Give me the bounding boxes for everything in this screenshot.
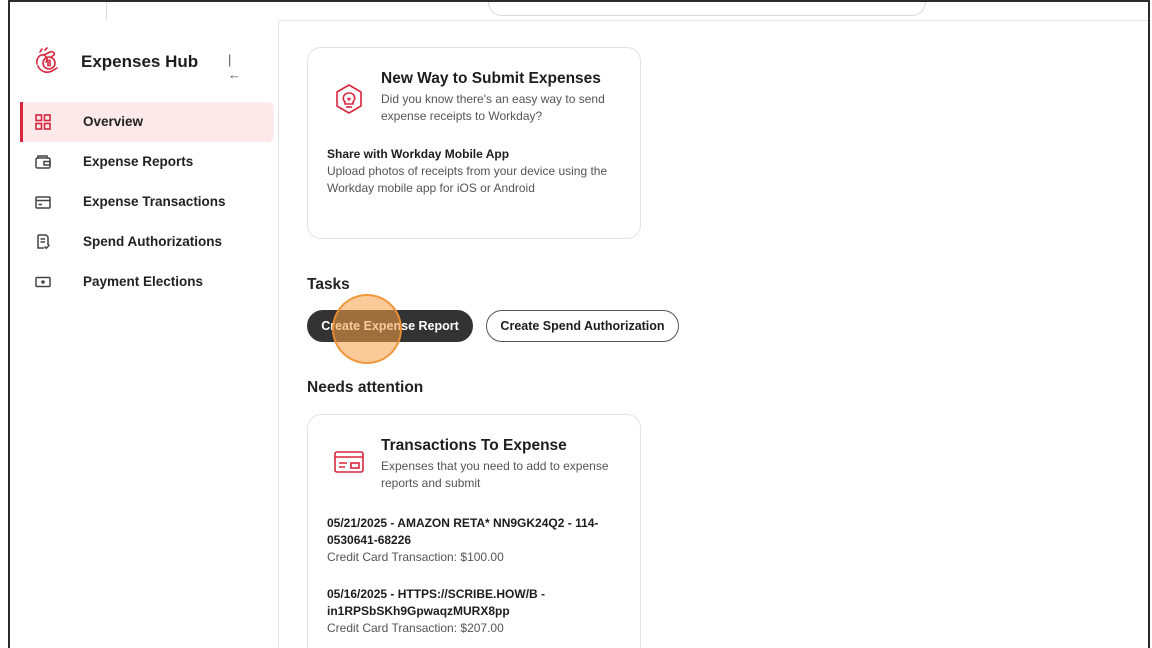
document-check-icon [37, 234, 51, 250]
create-spend-authorization-button[interactable]: Create Spend Authorization [486, 310, 679, 342]
promo-card-subtitle: Share with Workday Mobile App [327, 147, 510, 161]
promo-card: New Way to Submit Expenses Did you know … [307, 47, 641, 239]
create-expense-report-button[interactable]: Create Expense Report [307, 310, 473, 342]
card-transaction-icon [35, 196, 51, 209]
transaction-detail: Credit Card Transaction: $100.00 [327, 550, 504, 564]
sidebar-item-label: Expense Reports [83, 154, 194, 169]
wallet-report-icon [35, 155, 51, 169]
promo-card-subtext: Upload photos of receipts from your devi… [327, 164, 608, 195]
promo-card-title: New Way to Submit Expenses [381, 70, 601, 87]
promo-card-description: Did you know there's an easy way to send… [381, 92, 605, 123]
sidebar-item-payment-elections[interactable]: Payment Elections [20, 262, 274, 302]
sidebar-item-label: Payment Elections [83, 274, 204, 289]
transaction-detail: Credit Card Transaction: $207.00 [327, 621, 504, 635]
app-title: Expenses Hub [81, 52, 199, 71]
dashboard-grid-icon [35, 114, 51, 130]
transactions-card-title: Transactions To Expense [381, 437, 567, 454]
top-bar-divider [106, 2, 107, 20]
credit-card-icon [334, 451, 364, 473]
lightbulb-icon [336, 84, 362, 114]
app-window: Expenses Hub |← Overview Expense Reports [8, 0, 1150, 648]
sidebar-item-label: Expense Transactions [83, 194, 226, 209]
expenses-hub-logo-icon [36, 47, 58, 73]
collapse-left-icon[interactable]: |← [228, 52, 244, 82]
sidebar-item-label: Overview [83, 114, 144, 129]
transaction-title[interactable]: 05/21/2025 - AMAZON RETA* NN9GK24Q2 - 11… [327, 515, 627, 549]
search-bar[interactable] [488, 2, 926, 16]
cash-icon [35, 276, 51, 288]
sidebar-header: Expenses Hub |← [32, 46, 272, 82]
tasks-heading: Tasks [307, 276, 350, 293]
sidebar: Expenses Hub |← Overview Expense Reports [10, 20, 279, 648]
top-bar [10, 2, 1148, 21]
sidebar-item-label: Spend Authorizations [83, 234, 222, 249]
sidebar-item-overview[interactable]: Overview [20, 102, 274, 142]
transactions-card-description: Expenses that you need to add to expense… [381, 459, 609, 490]
needs-attention-heading: Needs attention [307, 379, 424, 396]
sidebar-item-expense-reports[interactable]: Expense Reports [20, 142, 274, 182]
transaction-title[interactable]: 05/16/2025 - HTTPS://SCRIBE.HOW/B - in1R… [327, 586, 627, 620]
sidebar-item-spend-authorizations[interactable]: Spend Authorizations [20, 222, 274, 262]
transactions-card: Transactions To Expense Expenses that yo… [307, 414, 641, 648]
sidebar-item-expense-transactions[interactable]: Expense Transactions [20, 182, 274, 222]
main-content: New Way to Submit Expenses Did you know … [279, 20, 1148, 648]
